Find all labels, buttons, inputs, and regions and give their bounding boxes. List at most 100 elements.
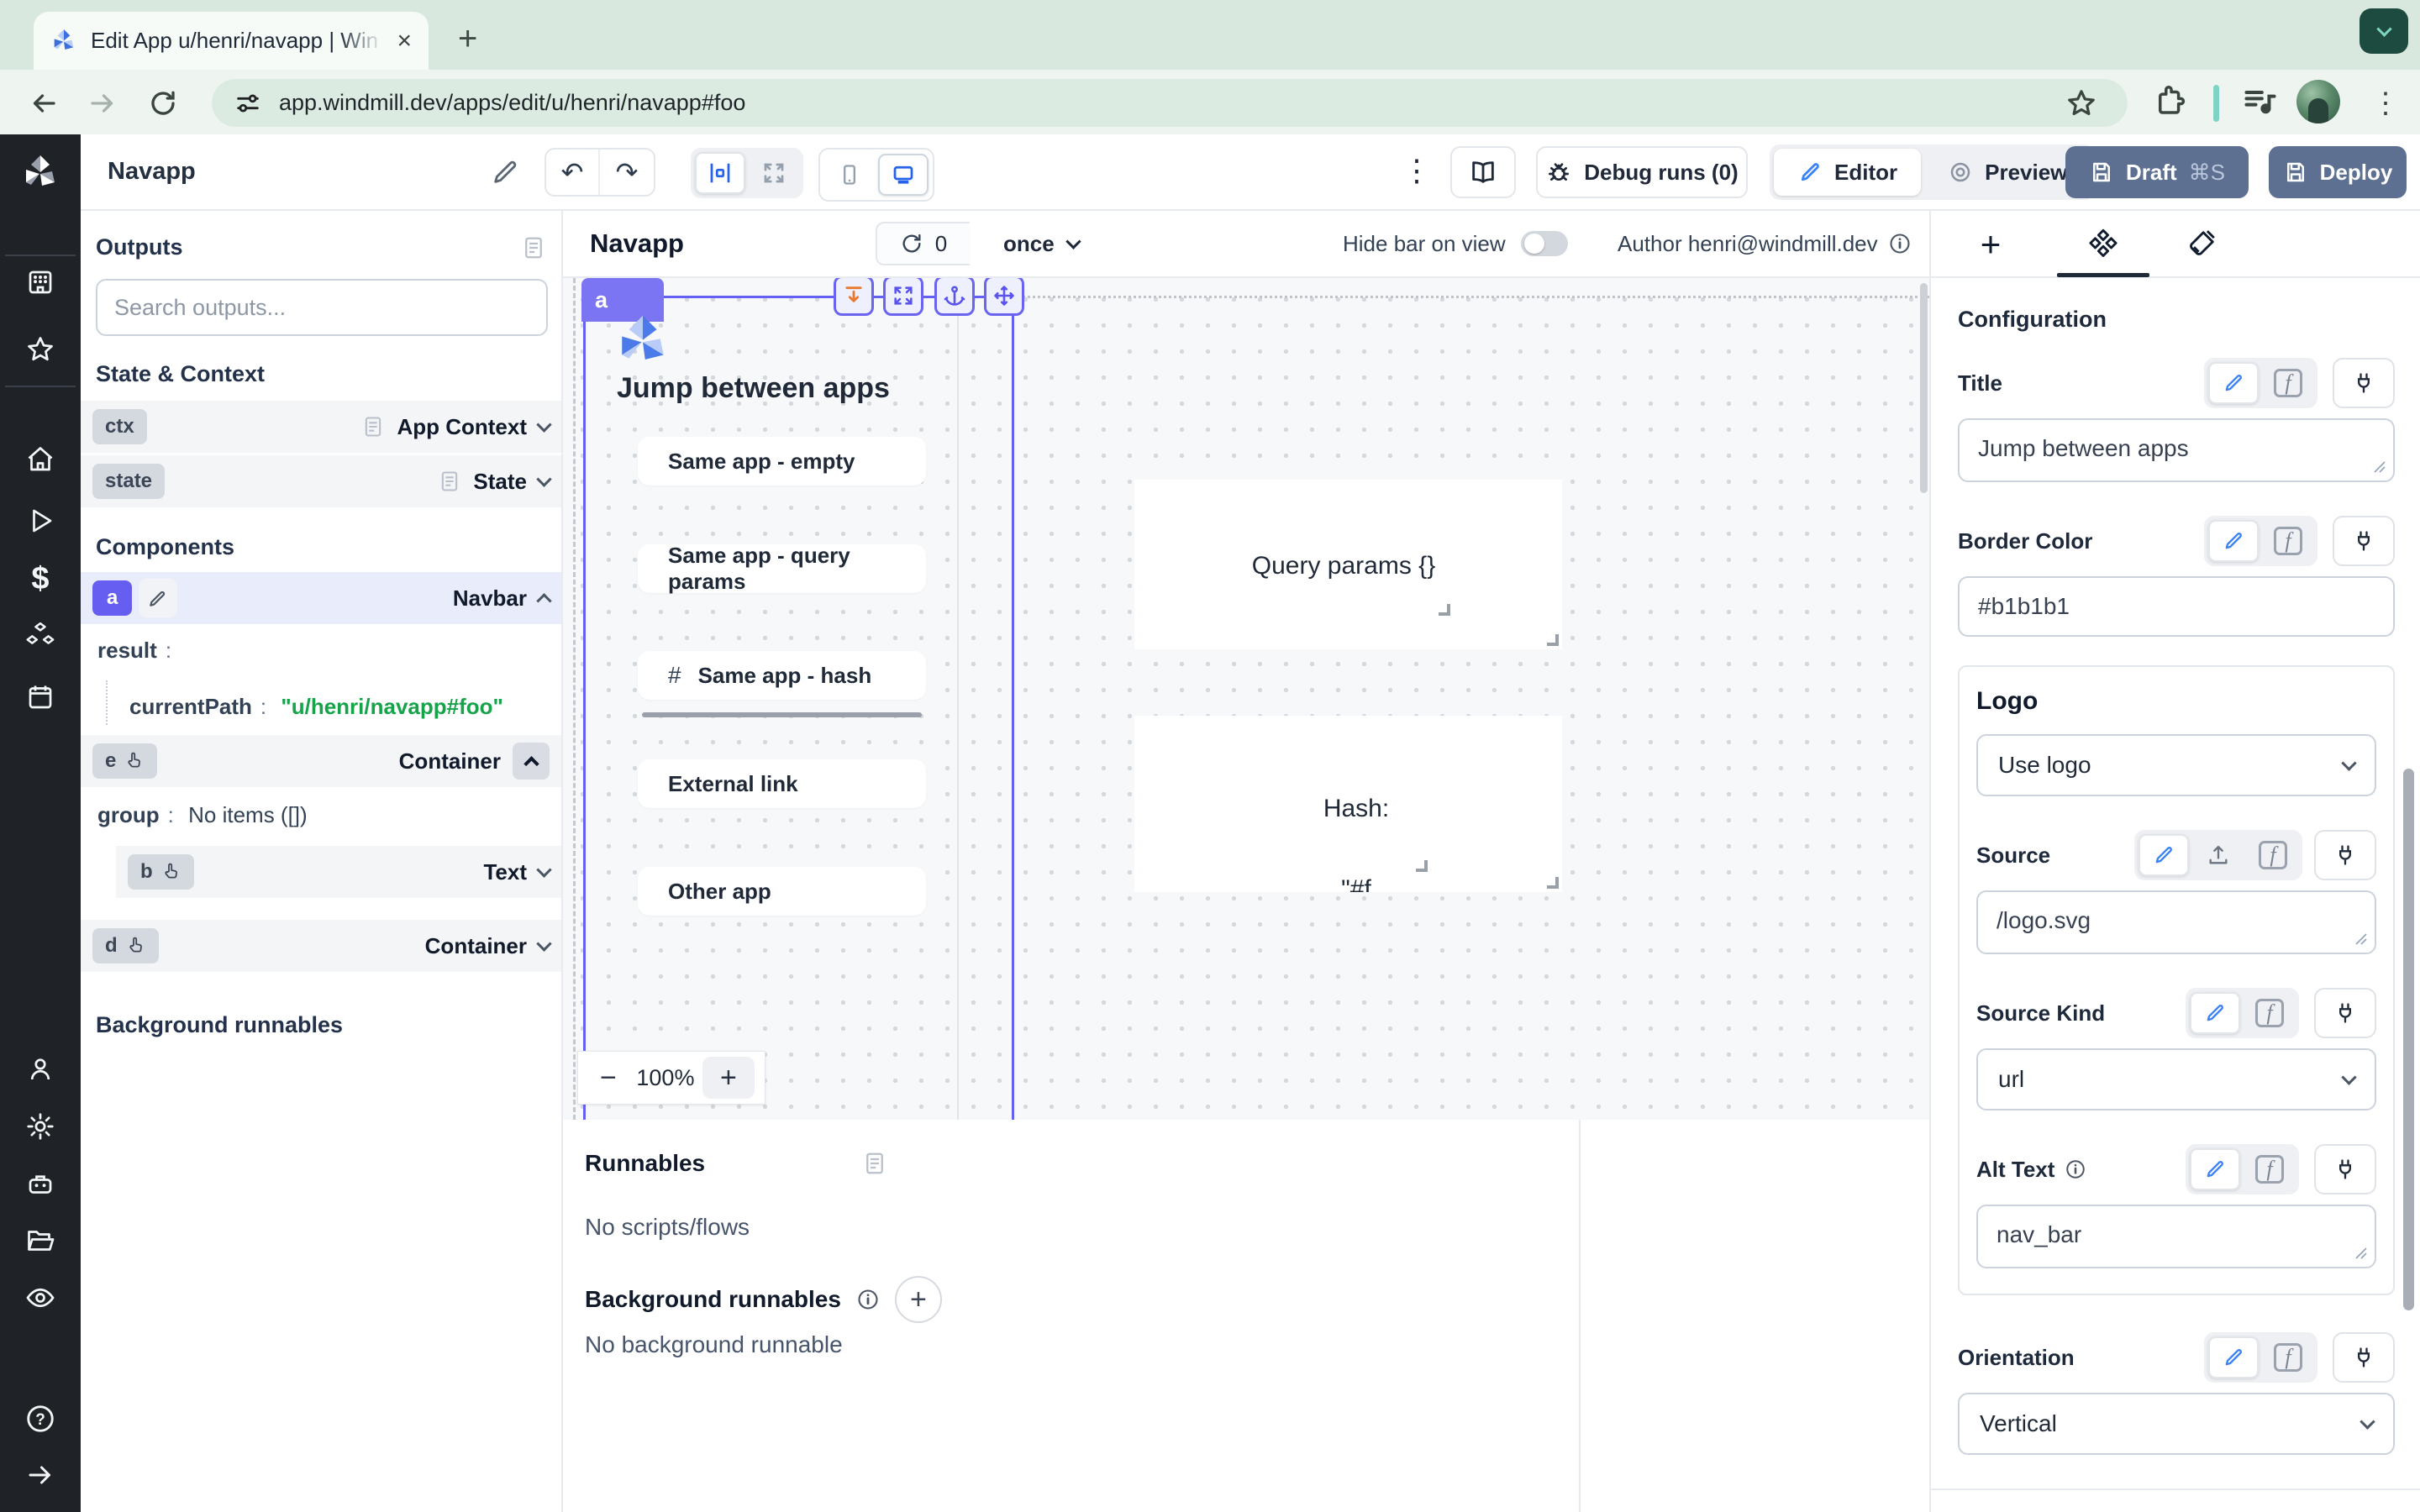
logo-mode-select[interactable]: Use logo [1976,734,2376,796]
sidebar-item-settings[interactable] [25,1111,55,1142]
info-icon[interactable] [1888,232,1912,255]
component-row-text-b[interactable]: b Text [116,846,561,898]
static-mode-button[interactable] [2208,520,2259,562]
extensions-icon[interactable] [2153,83,2188,118]
back-icon[interactable] [25,85,62,122]
resize-corner[interactable] [1439,604,1450,616]
forward-icon[interactable] [84,85,121,122]
fx-mode-button[interactable]: f [2244,1148,2295,1190]
windmill-logo[interactable] [20,153,60,193]
static-mode-button[interactable] [2208,362,2259,404]
fx-mode-button[interactable]: f [2263,520,2313,562]
move-handle[interactable] [984,278,1024,316]
docs-button[interactable] [1450,146,1516,198]
sidebar-item-users[interactable] [25,1054,55,1084]
chevron-up-icon[interactable] [536,593,551,608]
address-bar[interactable]: app.windmill.dev/apps/edit/u/henri/navap… [212,79,2128,127]
resize-grip-icon[interactable] [2354,932,2368,946]
debug-runs-button[interactable]: Debug runs (0) [1536,146,1748,198]
zoom-in-button[interactable]: + [702,1057,755,1099]
connect-button[interactable] [2333,1332,2395,1383]
sidebar-item-variables[interactable]: $ [31,561,49,597]
resize-corner[interactable] [1547,877,1559,889]
component-row-navbar[interactable]: a Navbar [81,572,561,624]
draft-button[interactable]: Draft ⌘S [2065,146,2249,198]
json-doc-icon[interactable] [521,235,546,260]
sidebar-item-resources[interactable] [25,620,55,650]
add-background-runnable-button[interactable]: + [895,1276,942,1323]
site-settings-icon[interactable] [234,89,262,118]
chevron-down-icon[interactable] [536,417,551,432]
sidebar-item-home[interactable] [25,444,55,475]
json-doc-icon[interactable] [438,470,461,493]
fx-mode-button[interactable]: f [2248,834,2298,876]
nav-item-same-app-empty[interactable]: Same app - empty [638,437,926,486]
component-settings-tab[interactable] [2057,224,2149,265]
zoom-out-button[interactable]: − [588,1062,629,1095]
fx-mode-button[interactable]: f [2244,992,2295,1034]
more-options-icon[interactable]: ⋮ [1402,153,1432,188]
sidebar-item-favorites[interactable] [25,334,55,365]
nav-item-external-link[interactable]: External link [638,759,926,808]
static-mode-button[interactable] [2190,1148,2240,1190]
static-mode-button[interactable] [2139,834,2189,876]
static-mode-button[interactable] [2208,1336,2259,1378]
source-kind-select[interactable]: url [1976,1048,2376,1110]
static-mode-button[interactable] [2190,992,2240,1034]
editor-tab[interactable]: Editor [1774,149,1921,196]
search-outputs-input[interactable] [96,279,548,336]
styling-tab[interactable] [2171,224,2230,265]
currentpath-line[interactable]: currentPath: "u/henri/navapp#foo" [106,680,561,725]
sidebar-item-audit-logs[interactable] [25,1283,55,1313]
info-icon[interactable] [2065,1158,2086,1180]
pencil-icon[interactable] [139,579,177,617]
state-row[interactable]: state State [81,455,561,507]
json-doc-icon[interactable] [361,415,385,438]
tab-close-icon[interactable]: × [397,27,412,55]
fx-mode-button[interactable]: f [2263,362,2313,404]
connect-button[interactable] [2333,358,2395,408]
browser-tab[interactable]: Edit App u/henri/navapp | Win × [34,12,429,70]
alt-text-input[interactable]: nav_bar [1976,1205,2376,1268]
collapse-button[interactable] [513,743,550,780]
fx-mode-button[interactable]: f [2263,1336,2313,1378]
help-icon[interactable]: ? [24,1403,56,1435]
app-canvas[interactable]: a Jump between apps Same app - empty Sa [563,278,1929,1120]
component-row-container-d[interactable]: d Container [81,920,561,972]
source-input[interactable]: /logo.svg [1976,890,2376,954]
sidebar-item-workers[interactable] [25,1168,55,1199]
mobile-view-button[interactable] [824,154,875,196]
chevron-down-icon[interactable] [536,936,551,951]
deploy-button[interactable]: Deploy [2269,146,2407,198]
component-row-container-e[interactable]: e Container [81,735,561,787]
json-doc-icon[interactable] [862,1151,887,1176]
new-tab-button[interactable]: + [458,22,477,55]
centered-layout-button[interactable] [695,152,745,194]
profile-avatar[interactable] [2296,80,2340,123]
resize-corner[interactable] [1416,860,1428,872]
expand-rail-icon[interactable] [25,1460,55,1490]
connect-button[interactable] [2314,830,2376,880]
title-input[interactable]: Jump between apps [1958,418,2395,482]
tab-search-button[interactable] [2360,8,2408,54]
edit-title-icon[interactable] [491,158,519,186]
resize-grip-icon[interactable] [2373,460,2386,474]
redo-button[interactable]: ↷ [600,150,654,195]
resize-grip-icon[interactable] [2354,1247,2368,1260]
query-params-text[interactable]: Query params {} [1235,540,1452,617]
border-color-input[interactable]: #b1b1b1 [1958,576,2395,637]
nav-item-hash[interactable]: # Same app - hash [638,651,926,700]
nav-item-other-app[interactable]: Other app [638,867,926,916]
bookmark-star-icon[interactable] [2065,87,2097,119]
insert-component-tab[interactable]: + [1961,224,2020,265]
refresh-mode-select[interactable]: once [990,222,1092,265]
settings-scrollbar[interactable] [2403,769,2414,1310]
hide-bar-toggle[interactable] [1521,231,1568,256]
connect-button[interactable] [2314,1144,2376,1194]
fullwidth-layout-button[interactable] [749,152,799,194]
nav-item-query-params[interactable]: Same app - query params [638,544,926,593]
orientation-select[interactable]: Vertical [1958,1393,2395,1455]
insert-handle[interactable] [834,278,874,316]
ctx-row[interactable]: ctx App Context [81,401,561,453]
desktop-view-button[interactable] [878,154,929,196]
